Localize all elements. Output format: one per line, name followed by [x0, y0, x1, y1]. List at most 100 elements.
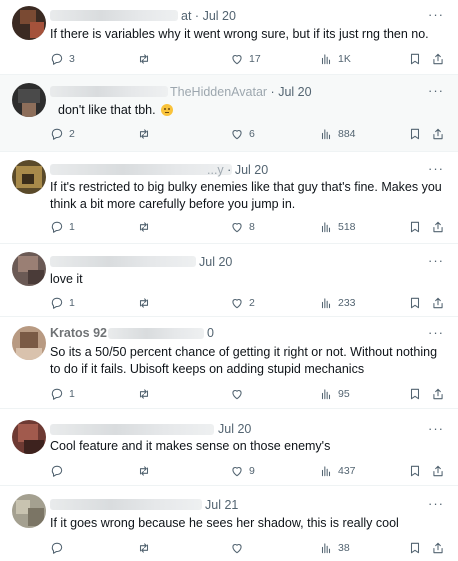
repost-button[interactable]	[137, 540, 156, 556]
reply-tweet[interactable]: Jul 21 ··· If it goes wrong because he s…	[0, 486, 458, 561]
bookmark-button[interactable]	[408, 51, 422, 67]
timestamp: Jul 21	[205, 498, 239, 512]
views-button[interactable]: 1K	[319, 51, 351, 67]
repost-button[interactable]	[137, 386, 156, 402]
like-button[interactable]	[230, 386, 249, 402]
reply-button[interactable]: 2	[50, 126, 75, 142]
avatar[interactable]	[12, 420, 46, 454]
reply-button[interactable]: 1	[50, 219, 75, 235]
avatar[interactable]	[12, 160, 46, 194]
more-options-button[interactable]: ···	[428, 83, 444, 98]
share-button[interactable]	[431, 126, 445, 142]
more-options-button[interactable]: ···	[428, 421, 444, 436]
bookmark-button[interactable]	[408, 463, 422, 479]
more-options-button[interactable]: ···	[428, 253, 444, 268]
views-button[interactable]: 884	[319, 126, 356, 142]
reply-icon	[51, 388, 63, 400]
more-options-button[interactable]: ···	[428, 161, 444, 176]
reply-button[interactable]: 3	[50, 51, 75, 67]
views-button[interactable]: 518	[319, 219, 356, 235]
repost-button[interactable]	[137, 295, 156, 311]
like-count: 8	[249, 221, 255, 233]
like-button[interactable]: 17	[230, 51, 261, 67]
avatar[interactable]	[12, 326, 46, 360]
bookmark-icon	[410, 297, 420, 309]
bookmark-icon	[410, 465, 420, 477]
repost-icon	[139, 543, 149, 553]
author-name-blurred[interactable]	[50, 10, 178, 21]
action-bar: 3 17 1K	[50, 51, 446, 67]
tweet-text: Cool feature and it makes sense on those…	[50, 439, 331, 453]
reply-button[interactable]	[50, 540, 69, 556]
avatar[interactable]	[12, 252, 46, 286]
more-options-button[interactable]: ···	[428, 496, 444, 511]
author-name-blurred[interactable]	[50, 86, 168, 97]
share-button[interactable]	[431, 219, 445, 235]
heart-icon	[232, 130, 242, 140]
repost-button[interactable]	[137, 126, 156, 142]
share-button[interactable]	[431, 51, 445, 67]
views-button[interactable]: 95	[319, 386, 350, 402]
views-button[interactable]: 437	[319, 463, 356, 479]
more-options-button[interactable]: ···	[428, 325, 444, 340]
author-name-blurred[interactable]	[50, 256, 196, 267]
reply-tweet[interactable]: Jul 20 ··· love it 1 2 233	[0, 244, 458, 317]
repost-icon	[139, 54, 149, 64]
like-button[interactable]	[230, 540, 249, 556]
avatar[interactable]	[12, 83, 46, 117]
timestamp: 0	[207, 326, 214, 340]
avatar[interactable]	[12, 6, 46, 40]
repost-icon	[139, 222, 149, 232]
share-icon	[433, 465, 443, 477]
bookmark-button[interactable]	[408, 540, 422, 556]
reply-tweet[interactable]: Kratos 92 0 ··· So its a 50/50 percent c…	[0, 317, 458, 409]
like-count: 2	[249, 297, 255, 309]
like-button[interactable]: 9	[230, 463, 255, 479]
author-name-blurred[interactable]	[50, 164, 232, 175]
share-icon	[433, 297, 443, 309]
author-name-blurred[interactable]	[50, 499, 202, 510]
views-icon	[321, 298, 331, 309]
views-count: 437	[338, 465, 356, 477]
heart-icon	[232, 467, 242, 477]
reply-tweet[interactable]: ...y · Jul 20 ··· If it's restricted to …	[0, 152, 458, 244]
author-name-fragment: TheHiddenAvatar · Jul 20	[170, 85, 312, 99]
like-button[interactable]: 8	[230, 219, 255, 235]
reply-tweet[interactable]: TheHiddenAvatar · Jul 20 ··· don't like …	[0, 75, 458, 152]
share-button[interactable]	[431, 540, 445, 556]
share-button[interactable]	[431, 295, 445, 311]
share-icon	[433, 542, 443, 554]
reply-button[interactable]: 1	[50, 295, 75, 311]
bookmark-button[interactable]	[408, 386, 422, 402]
reply-button[interactable]: 1	[50, 386, 75, 402]
repost-icon	[139, 129, 149, 139]
bookmark-icon	[410, 53, 420, 65]
action-bar: 1 8 518	[50, 219, 446, 235]
views-button[interactable]: 38	[319, 540, 350, 556]
more-options-button[interactable]: ···	[428, 7, 444, 22]
reply-icon	[51, 128, 63, 140]
timestamp: Jul 20	[202, 9, 236, 23]
like-button[interactable]: 6	[230, 126, 255, 142]
share-button[interactable]	[431, 386, 445, 402]
like-button[interactable]: 2	[230, 295, 255, 311]
avatar[interactable]	[12, 494, 46, 528]
bookmark-button[interactable]	[408, 126, 422, 142]
author-name-blurred[interactable]	[50, 424, 214, 435]
repost-button[interactable]	[137, 51, 156, 67]
bookmark-button[interactable]	[408, 295, 422, 311]
tweet-text: don't like that tbh.	[58, 102, 446, 119]
repost-button[interactable]	[137, 219, 156, 235]
reply-button[interactable]	[50, 463, 69, 479]
author-name-blurred[interactable]	[108, 328, 204, 339]
tweet-text: love it	[50, 272, 83, 286]
reply-feed: at · Jul 20 ··· If there is variables wh…	[0, 0, 458, 561]
bookmark-button[interactable]	[408, 219, 422, 235]
reply-tweet[interactable]: at · Jul 20 ··· If there is variables wh…	[0, 0, 458, 75]
reply-tweet[interactable]: Jul 20 ··· Cool feature and it makes sen…	[0, 409, 458, 486]
views-button[interactable]: 233	[319, 295, 356, 311]
repost-button[interactable]	[137, 463, 156, 479]
views-icon	[321, 54, 331, 65]
views-icon	[321, 466, 331, 477]
share-button[interactable]	[431, 463, 445, 479]
